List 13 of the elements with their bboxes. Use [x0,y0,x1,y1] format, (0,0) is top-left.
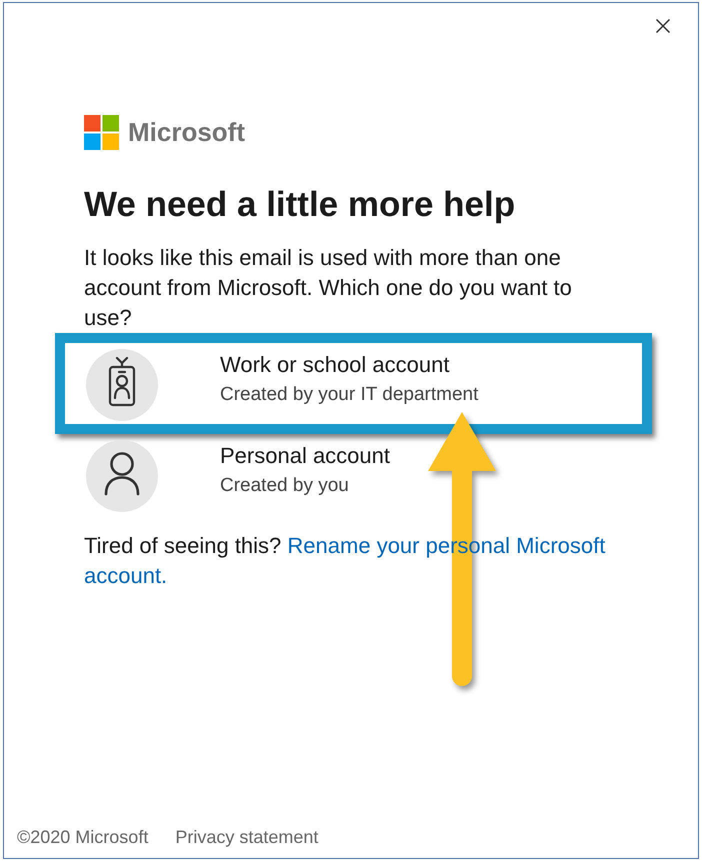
account-option[interactable]: Personal account Created by you [84,440,614,512]
id-badge-icon [86,349,158,421]
close-icon [656,19,670,33]
copyright-text: ©2020 Microsoft [17,826,148,849]
message-text: It looks like this email is used with more than one account from Microsoft. Which one do you want to use? [84,244,573,332]
person-icon [86,440,158,512]
page-heading: We need a little more help [84,184,516,226]
privacy-link[interactable]: Privacy statement [175,825,318,849]
account-option[interactable]: Work or school account Created by your IT department [84,349,614,421]
brand-name: Microsoft [128,116,245,149]
prompt-text: Tired of seeing this? [84,533,282,558]
logo-icon [84,115,119,150]
rename-account-link[interactable]: account. [84,563,168,588]
